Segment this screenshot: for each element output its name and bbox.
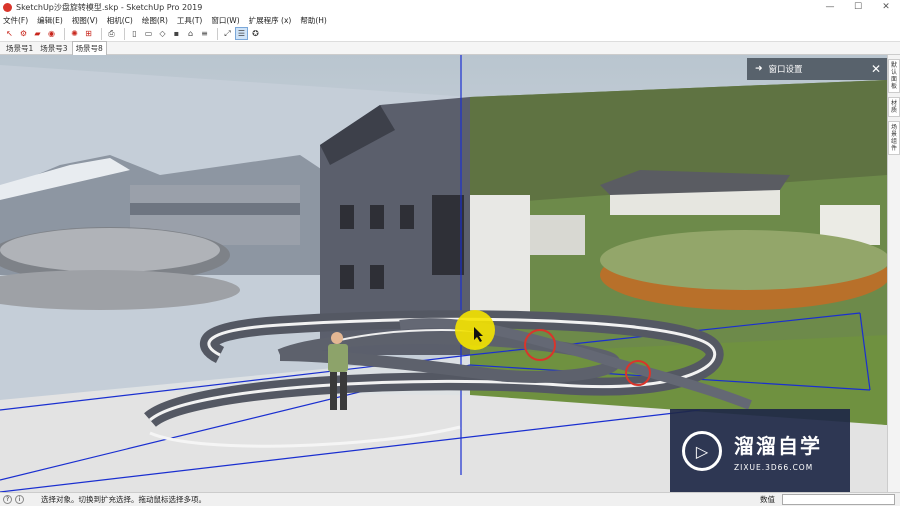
play-logo-icon: ▷ (682, 431, 722, 471)
right-building-front (470, 195, 530, 325)
menu-draw[interactable]: 绘图(R) (142, 15, 168, 26)
window-title: SketchUp沙盘旋转模型.skp - SketchUp Pro 2019 (16, 2, 203, 12)
gear-icon[interactable]: ⚙ (18, 28, 29, 39)
menu-bar: 文件(F) 编辑(E) 视图(V) 相机(C) 绘图(R) 工具(T) 窗口(W… (0, 14, 900, 26)
view-icon[interactable]: ▪ (171, 28, 182, 39)
menu-view[interactable]: 视图(V) (72, 15, 98, 26)
toolbar: ↖ ⚙ ▰ ◉ ✺ ⊞ ⎙ ▯ ▭ ◇ ▪ ⌂ ≡ ⤢ ☰ ✪ (0, 26, 900, 42)
resize-icon[interactable]: ⤢ (222, 28, 233, 39)
arrow-right-icon: ➜ (755, 64, 763, 74)
camera-icon[interactable]: ◉ (46, 28, 57, 39)
status-bar: ? i 选择对象。切换到扩充选择。拖动鼠标选择多项。 数值 (0, 492, 900, 506)
sketchup-logo-icon (3, 2, 12, 12)
menu-extensions[interactable]: 扩展程序 (x) (249, 15, 292, 26)
window (370, 265, 384, 289)
default-tray: 默认面板 材质 场景 组件 (887, 55, 900, 492)
close-icon[interactable]: ✕ (871, 62, 881, 76)
box-open-icon[interactable]: ▭ (143, 28, 154, 39)
model-viewport[interactable]: ➜ 窗口设置 ✕ ▷ 溜溜自学 ZIXUE.3D66.COM (0, 55, 887, 492)
outliner-icon[interactable]: ☰ (235, 27, 248, 40)
tray-tab-default[interactable]: 默认面板 (888, 59, 900, 93)
section-icon[interactable]: ⌂ (185, 28, 196, 39)
status-icons: ? i (3, 495, 27, 504)
menu-tools[interactable]: 工具(T) (177, 15, 202, 26)
window (370, 205, 384, 229)
print-icon[interactable]: ⎙ (106, 28, 117, 39)
select-tool-icon[interactable]: ↖ (4, 28, 15, 39)
menu-edit[interactable]: 编辑(E) (37, 15, 63, 26)
window (340, 265, 354, 289)
window (400, 205, 414, 229)
settings-icon[interactable]: ✺ (69, 28, 80, 39)
menu-window[interactable]: 窗口(W) (211, 15, 239, 26)
toolbar-separator (217, 27, 218, 40)
menu-file[interactable]: 文件(F) (3, 15, 28, 26)
box-icon[interactable]: ▯ (129, 28, 140, 39)
measurements-label: 数值 (760, 495, 775, 504)
status-message: 选择对象。切换到扩充选择。拖动鼠标选择多项。 (41, 495, 206, 504)
toolbar-separator (101, 27, 102, 40)
left-building-windows (130, 203, 300, 215)
scene-tab[interactable]: 场景号1 (3, 42, 36, 55)
window-settings-panel[interactable]: ➜ 窗口设置 ✕ (747, 58, 887, 80)
text-icon[interactable]: ≡ (199, 28, 210, 39)
watermark-sub-text: ZIXUE.3D66.COM (734, 463, 814, 472)
tray-tab-scenes[interactable]: 场景 组件 (888, 121, 900, 155)
minimize-button[interactable]: — (816, 0, 844, 14)
title-bar: SketchUp沙盘旋转模型.skp - SketchUp Pro 2019 —… (0, 0, 900, 14)
folder-icon[interactable]: ▰ (32, 28, 43, 39)
user-icon[interactable]: i (15, 495, 24, 504)
right-small-house (530, 215, 585, 255)
scene-tab-active[interactable]: 场景号8 (71, 41, 107, 55)
menu-camera[interactable]: 相机(C) (107, 15, 133, 26)
scene-tab[interactable]: 场景号3 (37, 42, 70, 55)
watermark-main-text: 溜溜自学 (734, 434, 822, 458)
measurements-input[interactable] (782, 494, 895, 505)
window (340, 205, 354, 229)
green-roof (600, 230, 887, 290)
window-settings-title: 窗口设置 (768, 65, 803, 75)
info-icon[interactable]: ? (3, 495, 12, 504)
cube-icon[interactable]: ◇ (157, 28, 168, 39)
globe-icon[interactable]: ✪ (250, 28, 261, 39)
close-button[interactable]: ✕ (872, 0, 900, 14)
grid-icon[interactable]: ⊞ (83, 28, 94, 39)
building-sign (432, 195, 464, 275)
toolbar-separator (64, 27, 65, 40)
scene-tab-bar: 场景号1 场景号3 场景号8 (0, 41, 900, 55)
left-curved-platform-top (0, 228, 220, 272)
watermark: ▷ 溜溜自学 ZIXUE.3D66.COM (670, 409, 850, 492)
window-controls: — ☐ ✕ (816, 0, 900, 14)
tray-tab-materials[interactable]: 材质 (888, 97, 900, 117)
toolbar-separator (124, 27, 125, 40)
maximize-button[interactable]: ☐ (844, 0, 872, 14)
menu-help[interactable]: 帮助(H) (300, 15, 327, 26)
